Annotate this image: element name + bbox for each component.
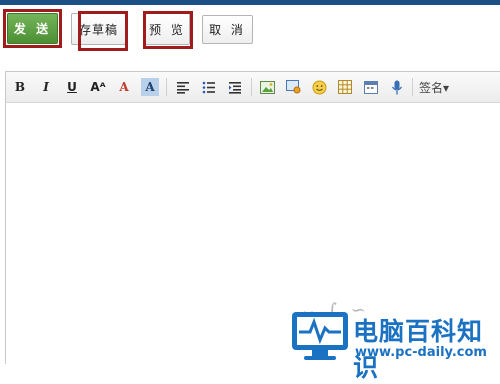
background-color-button[interactable]: A bbox=[141, 78, 159, 96]
save-draft-button[interactable]: 存草稿 bbox=[71, 13, 126, 45]
align-left-icon bbox=[177, 81, 189, 94]
font-size-button[interactable]: Aᴬ bbox=[89, 78, 107, 96]
insert-screenshot-button[interactable] bbox=[284, 78, 302, 96]
font-color-button[interactable]: A bbox=[115, 78, 133, 96]
screenshot-icon bbox=[285, 80, 300, 94]
cancel-button[interactable]: 取 消 bbox=[202, 15, 253, 44]
voice-button[interactable] bbox=[388, 78, 406, 96]
bold-button[interactable]: B bbox=[11, 78, 29, 96]
editor-toolbar: B I U Aᴬ A A 签名▾ bbox=[6, 72, 500, 103]
monitor-logo-icon bbox=[292, 312, 348, 360]
indent-icon bbox=[229, 81, 241, 94]
insert-date-button[interactable] bbox=[362, 78, 380, 96]
list-button[interactable] bbox=[200, 78, 218, 96]
microphone-icon bbox=[391, 80, 403, 94]
watermark-url-text: www.pc-daily.com bbox=[355, 345, 487, 360]
emoji-button[interactable] bbox=[310, 78, 328, 96]
insert-table-button[interactable] bbox=[336, 78, 354, 96]
calendar-icon bbox=[364, 81, 378, 94]
underline-button[interactable]: U bbox=[63, 78, 81, 96]
bullet-list-icon bbox=[202, 81, 215, 93]
top-strip bbox=[0, 0, 500, 5]
align-button[interactable] bbox=[174, 78, 192, 96]
preview-button[interactable]: 预 览 bbox=[145, 13, 190, 45]
signature-dropdown[interactable]: 签名▾ bbox=[419, 79, 449, 96]
send-button[interactable]: 发 送 bbox=[7, 13, 58, 44]
indent-button[interactable] bbox=[226, 78, 244, 96]
image-icon bbox=[259, 80, 275, 94]
toolbar-separator bbox=[166, 78, 167, 96]
smiley-icon bbox=[312, 80, 326, 94]
toolbar-separator bbox=[251, 78, 252, 96]
toolbar-separator bbox=[412, 78, 413, 96]
insert-image-button[interactable] bbox=[258, 78, 276, 96]
grid-icon bbox=[338, 80, 352, 94]
italic-button[interactable]: I bbox=[37, 78, 55, 96]
